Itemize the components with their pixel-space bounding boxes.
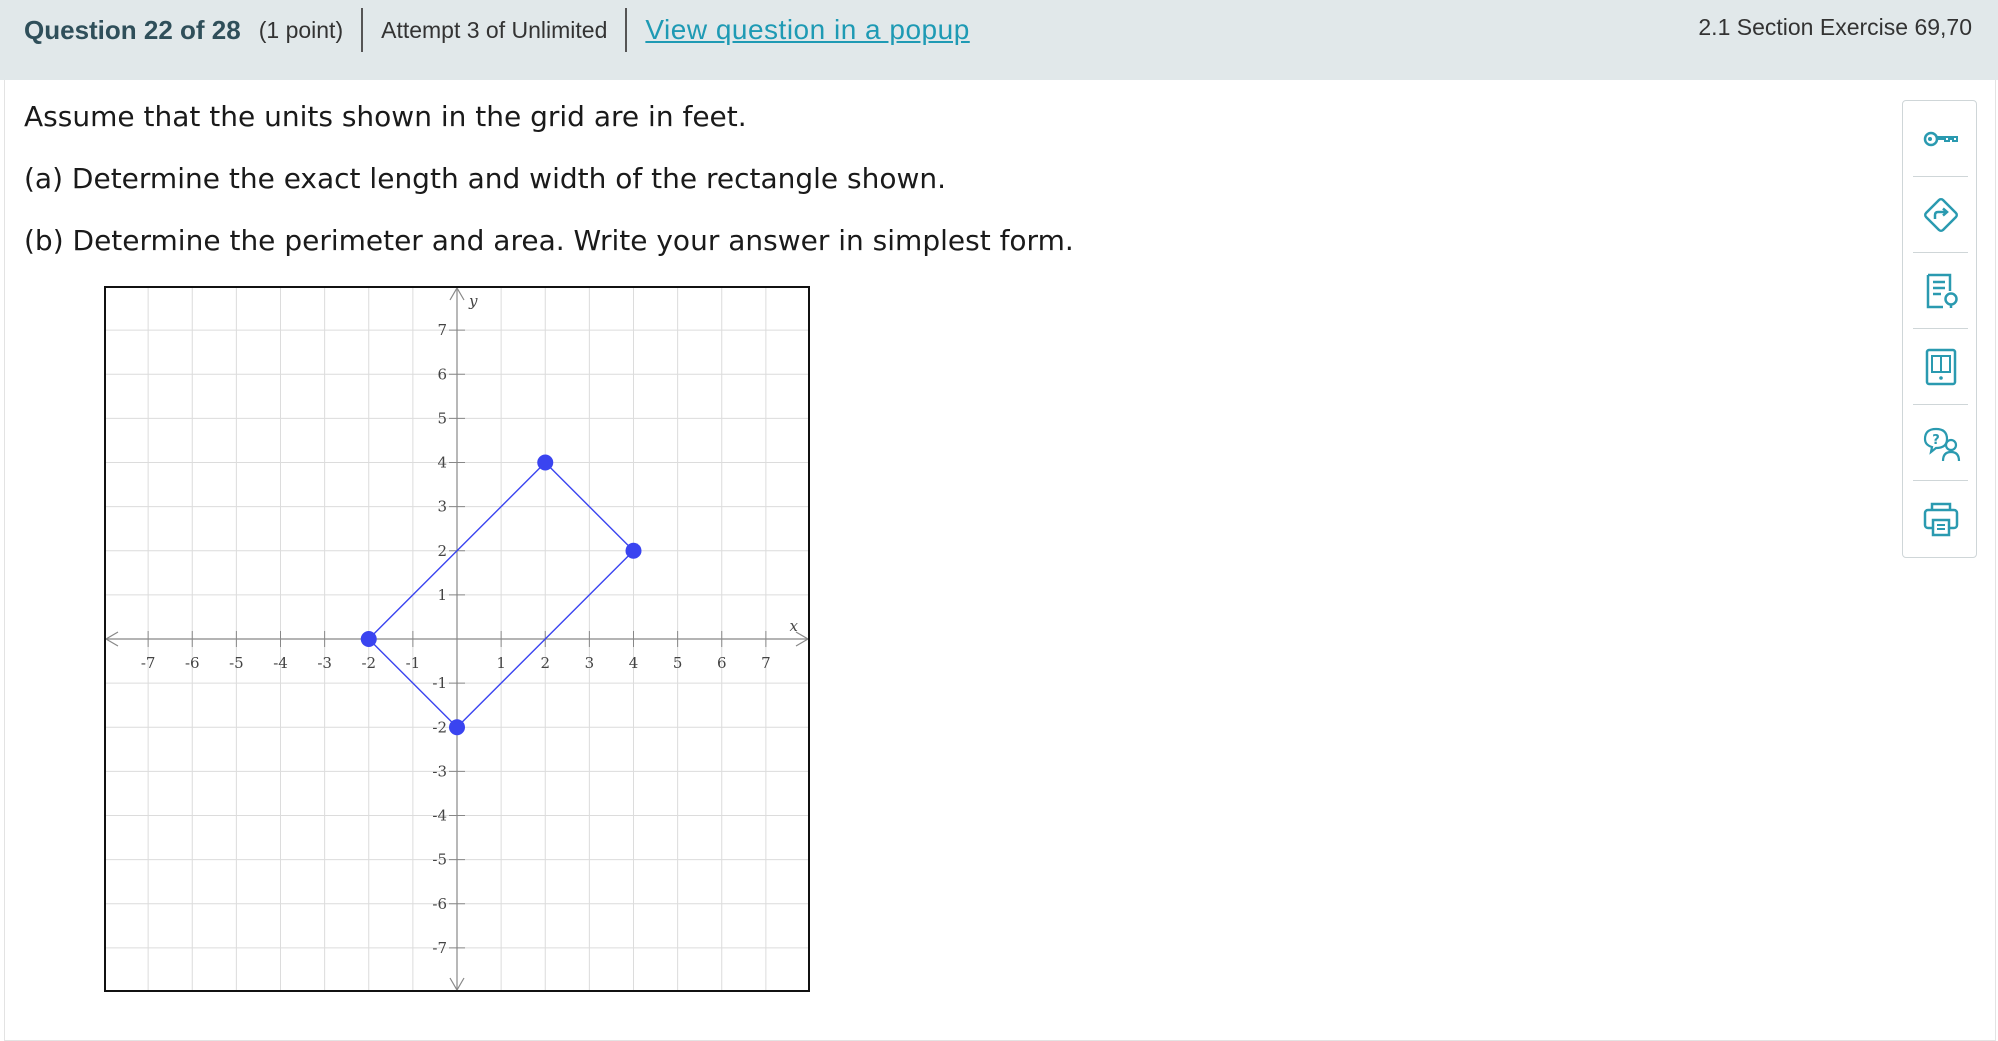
question-toolbar: ? xyxy=(1902,100,1977,558)
x-tick-label: 6 xyxy=(717,654,727,672)
x-tick-label: 3 xyxy=(585,654,595,672)
y-tick-label: 4 xyxy=(437,454,447,472)
x-tick-label: 2 xyxy=(540,654,550,672)
y-tick-label: -6 xyxy=(432,895,447,913)
ebook-button[interactable] xyxy=(1903,329,1978,404)
x-tick-label: -4 xyxy=(273,654,288,672)
direction-sign-icon xyxy=(1923,197,1958,232)
attempt-counter: Attempt 3 of Unlimited xyxy=(381,16,608,43)
x-tick-label: -1 xyxy=(406,654,421,672)
x-tick-label: -7 xyxy=(141,654,156,672)
problem-part-a: (a) Determine the exact length and width… xyxy=(24,162,947,195)
key-icon xyxy=(1923,131,1958,146)
x-tick-label: 5 xyxy=(673,654,683,672)
problem-statement: Assume that the units shown in the grid … xyxy=(24,100,747,133)
x-tick-label: 7 xyxy=(761,654,771,672)
question-header: Question 22 of 28 (1 point) Attempt 3 of… xyxy=(0,0,1998,80)
coordinate-grid-graph: -7 -6 -5 -4 -3 -2 -1 1 2 3 4 5 6 7 -7 -6 -5 -4 -3 -2 -1 1 2 3 4 5… xyxy=(104,286,810,992)
next-step-button[interactable] xyxy=(1903,177,1978,252)
svg-text:?: ? xyxy=(1932,433,1940,448)
vertex-point xyxy=(449,719,465,736)
y-tick-label: 6 xyxy=(437,365,447,383)
vertex-point xyxy=(360,631,377,647)
x-tick-label: -3 xyxy=(317,654,332,672)
print-button[interactable] xyxy=(1903,481,1978,556)
y-tick-label: 1 xyxy=(437,586,447,604)
x-tick-label: 1 xyxy=(496,654,506,672)
header-left: Question 22 of 28 (1 point) Attempt 3 of… xyxy=(24,0,970,60)
question-title: Question 22 of 28 xyxy=(24,14,241,45)
y-tick-label: -7 xyxy=(432,939,447,957)
header-divider xyxy=(361,8,364,52)
y-tick-label: 2 xyxy=(437,542,447,560)
y-tick-label: 7 xyxy=(437,321,447,339)
question-points: (1 point) xyxy=(258,16,344,43)
section-label: 2.1 Section Exercise 69,70 xyxy=(1698,14,1972,40)
y-tick-label: -4 xyxy=(432,807,447,825)
y-axis-label: y xyxy=(468,292,478,310)
document-hint-icon xyxy=(1926,273,1958,308)
y-tick-label: 3 xyxy=(437,498,447,516)
y-tick-label: -5 xyxy=(432,851,447,869)
printer-icon xyxy=(1923,502,1958,536)
key-button[interactable] xyxy=(1903,101,1978,176)
ask-instructor-button[interactable]: ? xyxy=(1903,405,1978,480)
vertex-point xyxy=(625,542,642,559)
ebook-icon xyxy=(1925,348,1956,385)
x-tick-label: -2 xyxy=(361,654,376,672)
x-tick-label: 4 xyxy=(629,654,639,672)
x-tick-label: -5 xyxy=(229,654,244,672)
vertex-point xyxy=(537,454,554,471)
view-popup-link[interactable]: View question in a popup xyxy=(645,14,969,46)
y-tick-label: -2 xyxy=(432,718,447,736)
y-tick-label: -3 xyxy=(432,762,447,780)
help-person-icon: ? xyxy=(1923,427,1960,461)
x-axis-label: x xyxy=(790,617,799,635)
y-tick-label: 5 xyxy=(437,409,447,427)
y-tick-label: -1 xyxy=(432,674,447,692)
problem-part-b: (b) Determine the perimeter and area. Wr… xyxy=(24,224,1074,257)
hint-button[interactable] xyxy=(1903,253,1978,328)
x-tick-label: -6 xyxy=(185,654,200,672)
header-divider xyxy=(625,8,628,52)
